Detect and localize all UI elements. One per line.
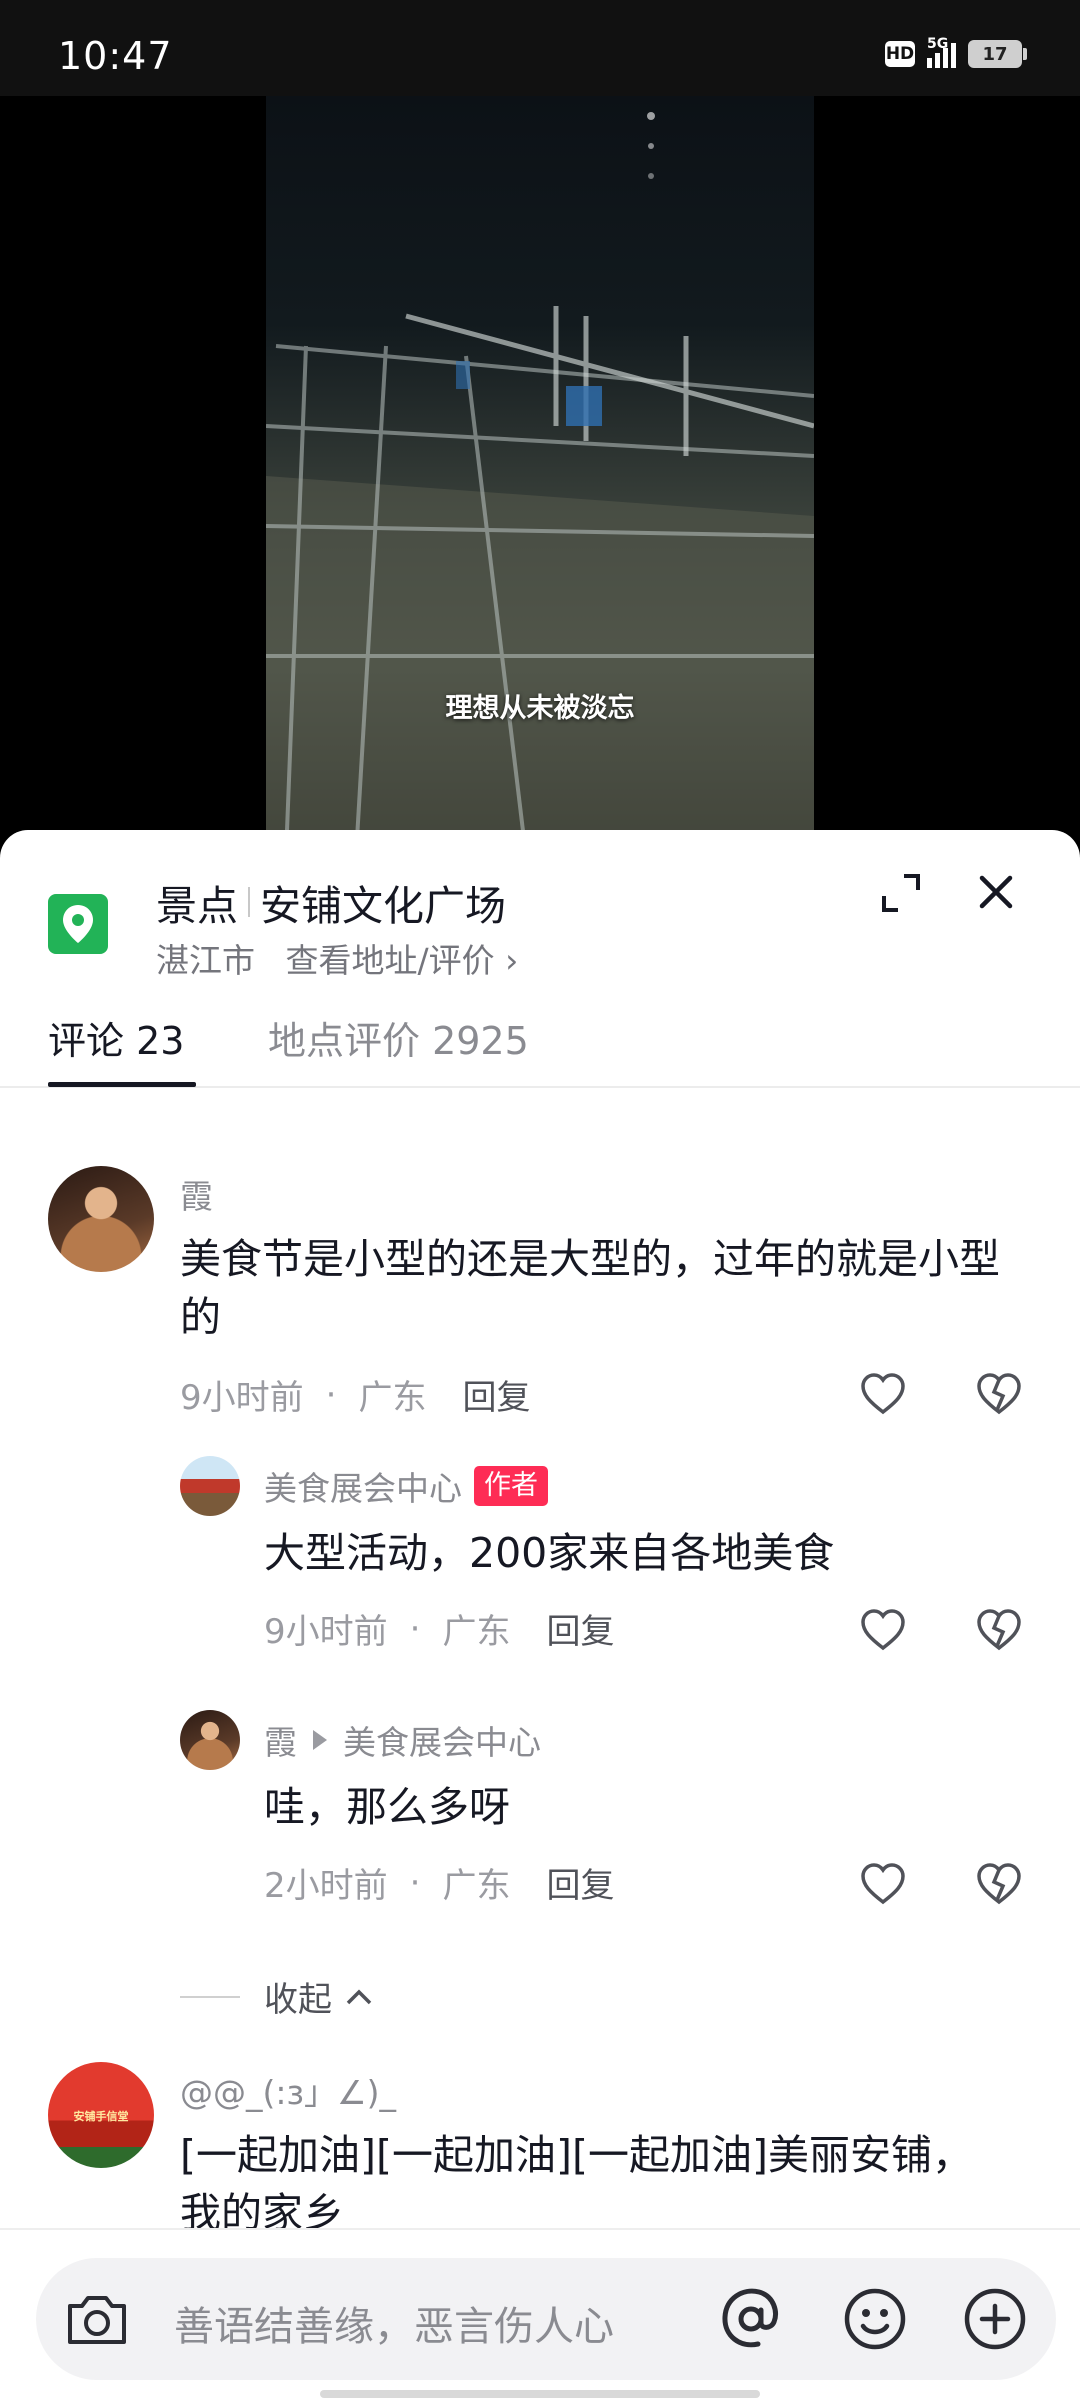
status-bar: 10:47 HD 5G 17 (0, 0, 1080, 96)
add-icon[interactable] (962, 2286, 1028, 2352)
home-indicator (320, 2390, 760, 2398)
video-caption: 理想从未被淡忘 (445, 693, 635, 724)
avatar[interactable]: 安铺手信堂 (48, 2062, 154, 2168)
emoji-icon[interactable] (842, 2286, 908, 2352)
network-type: 5G (927, 36, 949, 52)
video-scene (266, 112, 814, 856)
status-icons: HD 5G 17 (885, 36, 1027, 68)
comment-sheet: 景点 安铺文化广场 湛江市 查看地址/评价 › 评论 23 地点评价 2925 … (0, 830, 1080, 2400)
avatar-text: 安铺手信堂 (73, 2110, 129, 2123)
comment-input[interactable]: 善语结善缘，恶言伤人心 (36, 2258, 1056, 2380)
comment-item: 安铺手信堂 @@_(:з」∠)_ [一起加油][一起加油][一起加油]美丽安铺，… (0, 830, 1080, 2237)
input-placeholder: 善语结善缘，恶言伤人心 (174, 2304, 614, 2350)
comment-input-bar: 善语结善缘，恶言伤人心 (0, 2228, 1080, 2400)
comment-text: [一起加油][一起加油][一起加油]美丽安铺，我的家乡 (180, 2131, 973, 2237)
video-player[interactable]: 理想从未被淡忘 (0, 96, 1080, 856)
status-time: 10:47 (58, 34, 173, 78)
signal-icon: 5G (927, 36, 956, 68)
hd-icon: HD (885, 41, 915, 67)
at-mention-icon[interactable] (716, 2284, 786, 2354)
comment-username[interactable]: @@_(:з」∠)_ (180, 2066, 396, 2114)
camera-icon[interactable] (64, 2288, 130, 2350)
battery-icon: 17 (968, 40, 1027, 68)
video-frame[interactable]: 理想从未被淡忘 (266, 96, 814, 856)
